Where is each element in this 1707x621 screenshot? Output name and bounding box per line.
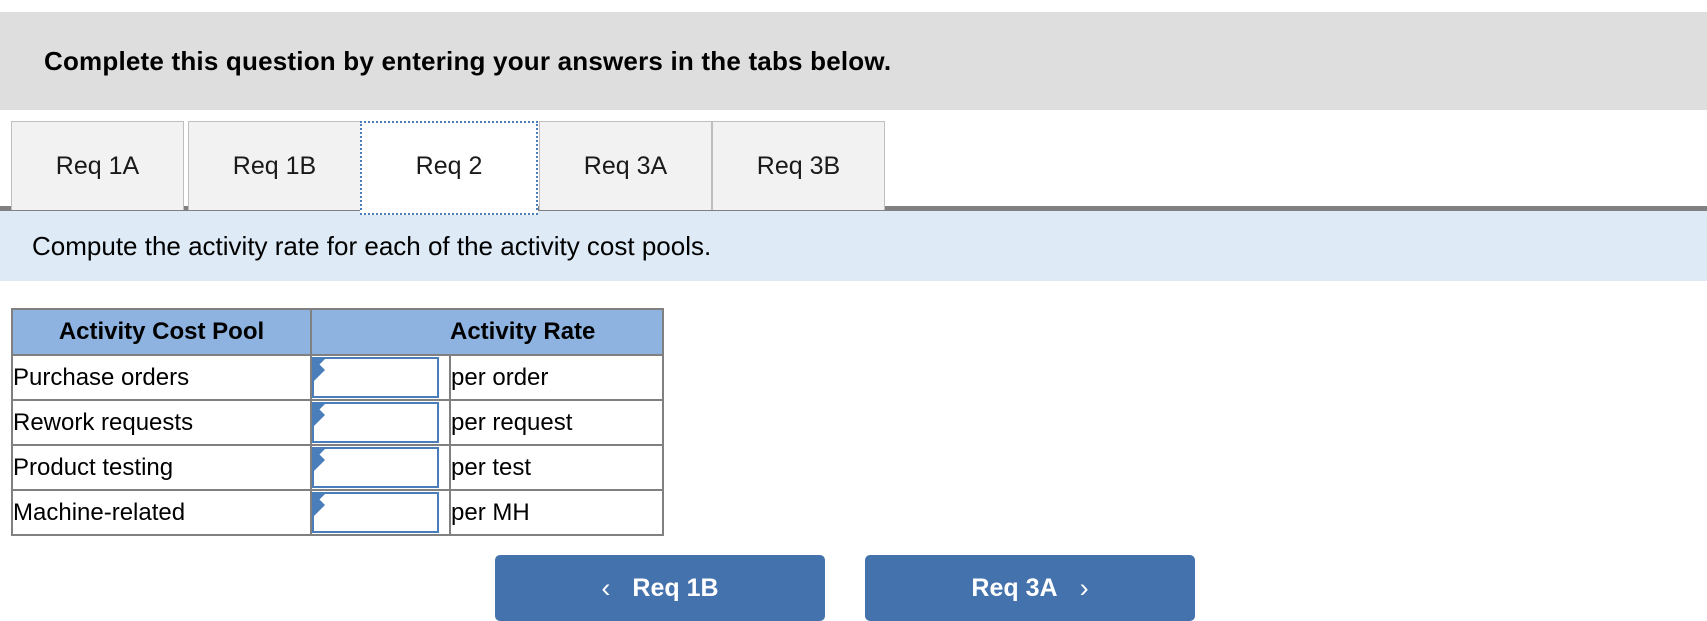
previous-req-button[interactable]: ‹ Req 1B (495, 555, 825, 621)
activity-cost-pool-purchase-orders: Purchase orders (11, 354, 312, 401)
tab-label: Req 1B (232, 151, 317, 180)
tab-req-3b[interactable]: Req 3B (712, 121, 885, 210)
activity-rate-input-machine-related[interactable] (312, 492, 439, 533)
tab-label: Req 1A (55, 151, 140, 180)
table-header-row: Activity Cost Pool Activity Rate (11, 308, 664, 356)
table-row: Purchase orders per order (11, 354, 664, 401)
activity-cost-pool-machine-related: Machine-related (11, 489, 312, 536)
cell-marker-triangle-icon (314, 494, 325, 516)
next-req-button[interactable]: Req 3A › (865, 555, 1195, 621)
table-body: Purchase orders per order Rework request… (11, 354, 664, 536)
activity-rate-cell (310, 399, 451, 446)
activity-rate-table: Activity Cost Pool Activity Rate Purchas… (11, 308, 664, 536)
activity-rate-input-rework-requests[interactable] (312, 402, 439, 443)
tab-label: Req 2 (415, 152, 483, 180)
question-page: Complete this question by entering your … (0, 0, 1707, 621)
navigation-buttons: ‹ Req 1B Req 3A › (0, 555, 1707, 621)
activity-rate-unit-purchase-orders: per order (449, 354, 664, 401)
column-header-activity-rate-left (310, 308, 450, 356)
table-row: Machine-related per MH (11, 489, 664, 536)
column-header-activity-rate: Activity Rate (450, 308, 664, 356)
cell-marker-triangle-icon (314, 404, 325, 426)
cell-marker-triangle-icon (314, 449, 325, 471)
column-header-activity-cost-pool: Activity Cost Pool (11, 308, 312, 356)
requirement-text: Compute the activity rate for each of th… (32, 230, 712, 261)
table-row: Product testing per test (11, 444, 664, 491)
tab-req-2[interactable]: Req 2 (360, 121, 538, 215)
activity-rate-unit-product-testing: per test (449, 444, 664, 491)
table-row: Rework requests per request (11, 399, 664, 446)
activity-rate-cell (310, 444, 451, 491)
activity-cost-pool-rework-requests: Rework requests (11, 399, 312, 446)
banner-title: Complete this question by entering your … (44, 45, 892, 76)
activity-rate-cell (310, 354, 451, 401)
tab-label: Req 3A (583, 151, 668, 180)
cell-marker-triangle-icon (314, 359, 325, 381)
tab-req-1b[interactable]: Req 1B (188, 121, 361, 210)
previous-req-label: Req 1B (632, 573, 719, 602)
tab-req-1a[interactable]: Req 1A (11, 121, 184, 210)
tab-strip: Req 1A Req 1B Req 2 Req 3A Req 3B (0, 118, 1707, 215)
activity-rate-unit-machine-related: per MH (449, 489, 664, 536)
chevron-left-icon: ‹ (601, 572, 611, 603)
activity-cost-pool-product-testing: Product testing (11, 444, 312, 491)
tab-req-3a[interactable]: Req 3A (539, 121, 712, 210)
activity-rate-unit-rework-requests: per request (449, 399, 664, 446)
instruction-banner: Complete this question by entering your … (0, 12, 1707, 110)
table-head: Activity Cost Pool Activity Rate (11, 308, 664, 356)
activity-rate-cell (310, 489, 451, 536)
tab-label: Req 3B (756, 151, 841, 180)
chevron-right-icon: › (1079, 572, 1089, 603)
requirement-instruction-bar: Compute the activity rate for each of th… (0, 208, 1707, 281)
next-req-label: Req 3A (971, 573, 1058, 602)
activity-rate-input-purchase-orders[interactable] (312, 357, 439, 398)
activity-rate-input-product-testing[interactable] (312, 447, 439, 488)
